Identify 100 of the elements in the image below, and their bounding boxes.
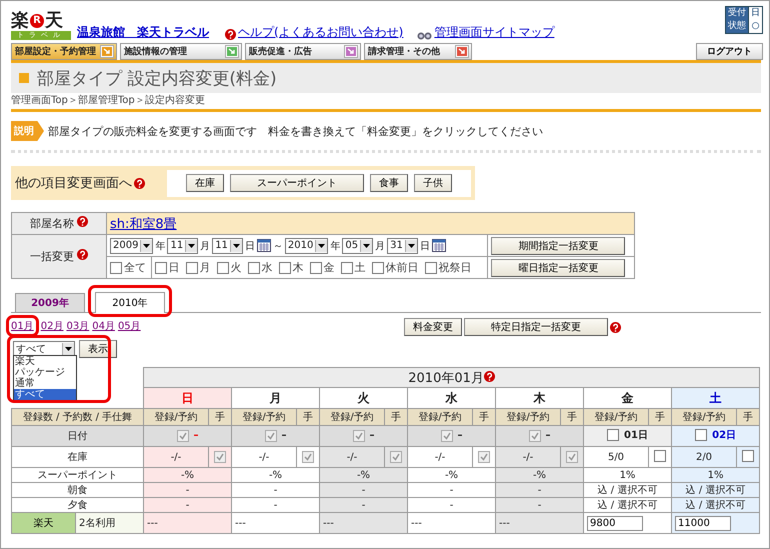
- dropdown-option[interactable]: すべて: [14, 389, 76, 400]
- date-label: 01日: [624, 429, 648, 442]
- column-header: 手: [208, 408, 232, 426]
- date-label: –: [458, 430, 462, 441]
- table-cell: 1%: [672, 468, 760, 482]
- checkbox[interactable]: [372, 262, 384, 274]
- checkbox[interactable]: [154, 262, 167, 274]
- checkbox-label: 木: [292, 260, 304, 275]
- month-link[interactable]: 02月: [40, 319, 64, 333]
- weekday-header: 日: [144, 388, 232, 408]
- table-cell: -: [320, 482, 408, 498]
- action-button[interactable]: 料金変更: [404, 318, 462, 336]
- checkbox[interactable]: [278, 262, 291, 274]
- calendar-icon: [256, 239, 271, 252]
- caret-icon: [318, 244, 326, 248]
- checkbox[interactable]: [742, 450, 754, 462]
- price-input[interactable]: 9800: [587, 516, 643, 530]
- table-cell: ---: [232, 512, 320, 534]
- table-cell: -/-: [320, 446, 384, 468]
- column-header: 手: [384, 408, 408, 426]
- description-badge: 説明: [11, 121, 44, 141]
- checkbox-label: 祝祭日: [438, 260, 472, 275]
- table-cell: ---: [408, 512, 496, 534]
- header-link[interactable]: 温泉旅館 楽天トラベル: [77, 25, 209, 40]
- month-link[interactable]: 05月: [118, 319, 141, 333]
- logo-text: 楽: [11, 11, 29, 30]
- table-cell: -%: [408, 468, 496, 482]
- checkbox[interactable]: [654, 450, 666, 462]
- nav-menu[interactable]: 部屋設定・予約管理: [11, 43, 117, 60]
- unit-label: 日: [244, 240, 255, 252]
- select-field[interactable]: 2009: [110, 238, 154, 254]
- year-tab[interactable]: 2010年: [95, 292, 165, 313]
- plan-label: 楽天: [12, 512, 76, 534]
- price-input[interactable]: 11000: [675, 516, 731, 530]
- checkbox[interactable]: [248, 262, 260, 274]
- select-field[interactable]: 05: [342, 238, 374, 254]
- panel-label: 他の項目変更画面へ: [15, 175, 132, 192]
- period-change-button[interactable]: 期間指定一括変更: [491, 236, 626, 254]
- room-name-link[interactable]: sh:和室8畳: [110, 216, 177, 232]
- table-cell: 込 / 選択不可: [584, 482, 672, 498]
- header-link[interactable]: 管理画面サイトマップ: [434, 25, 554, 40]
- nav-menu[interactable]: 販売促進・広告: [245, 43, 361, 60]
- checkbox[interactable]: [110, 262, 122, 274]
- checkbox[interactable]: [310, 262, 322, 274]
- table-cell: -: [320, 498, 408, 512]
- checkbox-label: 全て: [124, 260, 146, 275]
- table-cell: -: [408, 498, 496, 512]
- select-field[interactable]: 2010: [284, 238, 328, 254]
- nav-menu[interactable]: 請求管理・その他: [364, 43, 472, 60]
- checkbox[interactable]: [695, 429, 708, 441]
- nav-button[interactable]: 在庫: [186, 174, 224, 192]
- checkbox[interactable]: [424, 262, 437, 274]
- unit-label: 年: [330, 240, 340, 252]
- action-button[interactable]: 特定日指定一括変更: [464, 318, 608, 336]
- show-button[interactable]: 表示: [79, 340, 117, 358]
- dropdown-option[interactable]: パッケージ: [14, 367, 76, 378]
- nav-menu[interactable]: 施設情報の管理: [120, 43, 242, 60]
- unit-label: 年: [155, 240, 166, 252]
- field-label: 部屋名称: [30, 217, 74, 230]
- nav-button[interactable]: 子供: [414, 174, 452, 192]
- table-cell: -: [144, 498, 232, 512]
- month-link[interactable]: 04月: [92, 319, 115, 333]
- month-link[interactable]: 01月: [11, 319, 34, 333]
- help-icon: [77, 249, 88, 260]
- month-link[interactable]: 03月: [66, 319, 90, 333]
- nav-button[interactable]: 食事: [370, 174, 408, 192]
- nav-button[interactable]: スーパーポイント: [230, 174, 364, 192]
- dropdown-option[interactable]: 通常: [14, 378, 76, 389]
- table-cell: -: [232, 498, 320, 512]
- help-icon: [225, 29, 236, 40]
- column-header: 手: [296, 408, 320, 426]
- status-label: 受付: [726, 7, 748, 20]
- page-title: 部屋タイプ 設定内容変更(料金): [37, 68, 277, 90]
- breadcrumb: 管理画面Top＞部屋管理Top＞設定内容変更: [11, 94, 206, 108]
- checkbox-label: 月: [200, 260, 211, 275]
- select-field[interactable]: 11: [167, 238, 198, 254]
- weekday-change-button[interactable]: 曜日指定一括変更: [491, 258, 626, 276]
- help-icon: [134, 178, 145, 188]
- table-cell: -%: [320, 468, 408, 482]
- table-cell: -/-: [232, 446, 296, 468]
- description-text: 部屋タイプの販売料金を変更する画面です 料金を書き換えて「料金変更」をクリックしてください: [48, 124, 543, 138]
- checkbox-label: 水: [262, 260, 273, 275]
- select-field[interactable]: 31: [387, 238, 418, 254]
- table-cell: -/-: [144, 446, 208, 468]
- column-header: 登録/予約: [496, 408, 560, 426]
- select-field[interactable]: 11: [212, 238, 243, 254]
- logout-button[interactable]: ログアウト: [696, 43, 763, 60]
- weekday-header: 火: [320, 388, 408, 408]
- checkbox[interactable]: [186, 262, 198, 274]
- header-link[interactable]: ヘルプ(よくあるお問い合わせ): [238, 25, 404, 40]
- checkbox[interactable]: [340, 262, 353, 274]
- checkbox[interactable]: [607, 429, 620, 441]
- calendar-title: 2010年01月: [408, 370, 484, 386]
- year-tab[interactable]: 2009年: [15, 293, 85, 312]
- checkbox[interactable]: [216, 262, 229, 274]
- table-cell: ---: [144, 512, 232, 534]
- dropdown-option[interactable]: 楽天: [14, 356, 76, 367]
- checkbox-label: 火: [230, 260, 242, 275]
- help-icon: [77, 216, 88, 227]
- unit-label: 月: [375, 240, 386, 252]
